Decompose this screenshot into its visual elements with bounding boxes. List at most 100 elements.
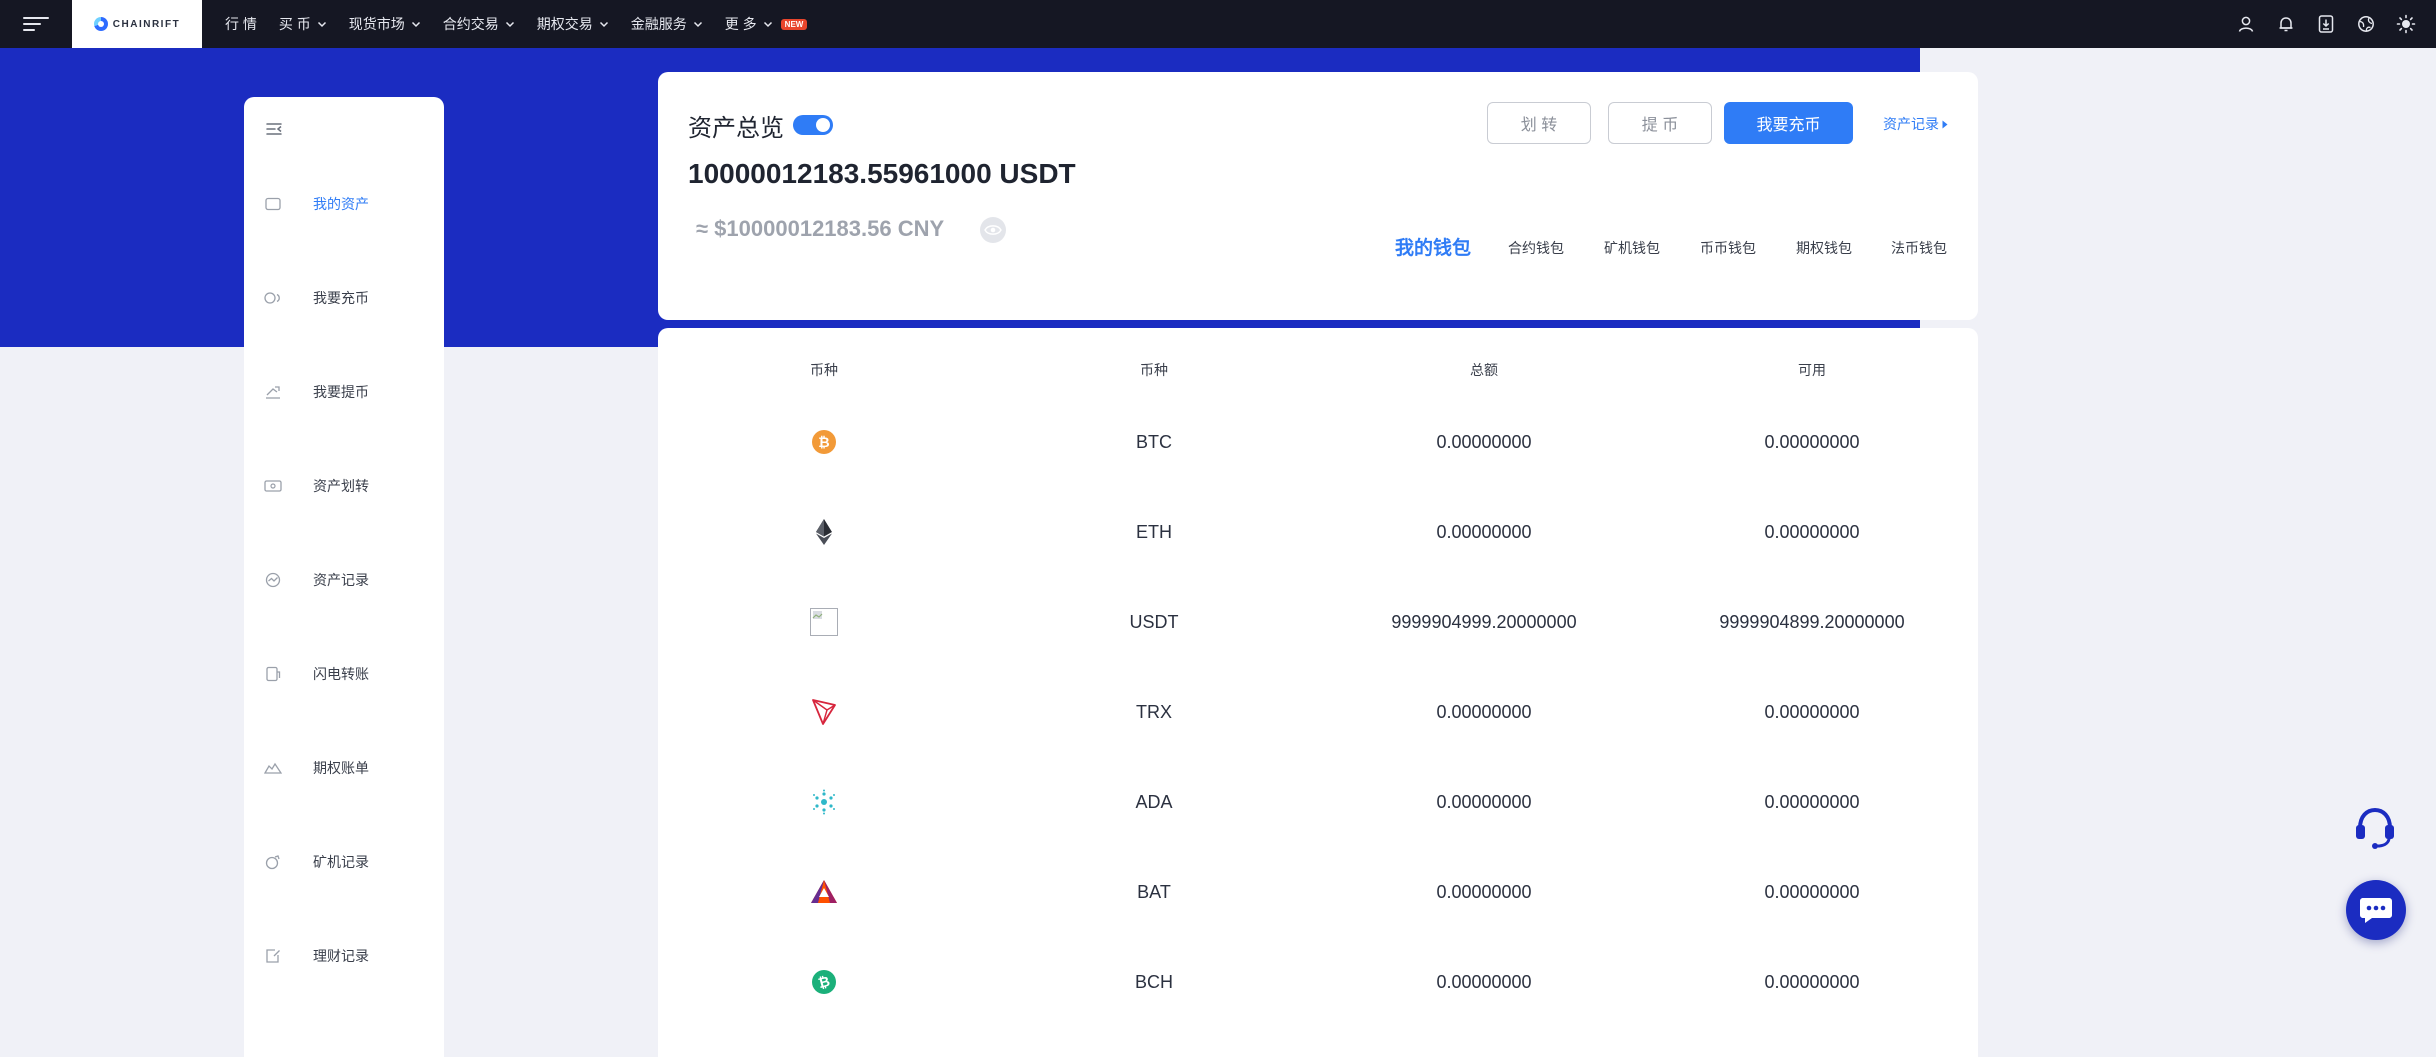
nav-financial-services[interactable]: 金融服务 — [620, 0, 714, 48]
new-badge: NEW — [780, 18, 808, 30]
asset-records-link[interactable]: 资产记录 — [1883, 114, 1948, 134]
nav-market[interactable]: 行 情 — [214, 0, 268, 48]
table-row[interactable]: ₿ BCH 0.00000000 0.00000000 — [658, 952, 1978, 1012]
withdraw-button[interactable]: 提 币 — [1608, 102, 1712, 144]
flash-transfer-icon — [264, 665, 282, 683]
asset-overview-card: 资产总览 10000012183.55961000 USDT ≈ $100000… — [658, 72, 1978, 320]
sidebar-item-deposit[interactable]: 我要充币 — [244, 278, 444, 318]
coin-available: 0.00000000 — [1764, 882, 1860, 902]
user-icon[interactable] — [2236, 14, 2256, 34]
miner-icon — [264, 853, 282, 871]
coin-total: 0.00000000 — [1436, 972, 1532, 992]
usdt-broken-image-icon — [810, 608, 838, 636]
sidebar-item-label: 资产划转 — [313, 478, 369, 494]
coin-available: 0.00000000 — [1764, 792, 1860, 812]
bch-icon: ₿ — [810, 968, 838, 996]
chevron-down-icon — [599, 19, 609, 29]
finance-icon — [264, 947, 282, 965]
btc-icon: ₿ — [810, 428, 838, 456]
sidebar-item-my-assets[interactable]: 我的资产 — [244, 184, 444, 224]
deposit-button[interactable]: 我要充币 — [1724, 102, 1853, 144]
chevron-down-icon — [763, 19, 773, 29]
nav-contract-trading[interactable]: 合约交易 — [432, 0, 526, 48]
table-row[interactable]: USDT 9999904999.20000000 9999904899.2000… — [658, 592, 1978, 652]
eye-icon[interactable] — [980, 217, 1006, 243]
logo-text: CHAINRIFT — [112, 18, 181, 30]
sidebar-item-label: 我要提币 — [313, 384, 369, 400]
coin-total: 0.00000000 — [1436, 522, 1532, 542]
coin-symbol: BCH — [1134, 972, 1174, 992]
globe-icon[interactable] — [2356, 14, 2376, 34]
main-nav: 行 情 买 币 现货市场 合约交易 期权交易 金融服务 更 多 NEW — [214, 0, 818, 48]
total-balance-cny: ≈ $10000012183.56 CNY — [696, 216, 945, 241]
tab-miner-wallet[interactable]: 矿机钱包 — [1604, 238, 1660, 258]
deposit-icon — [264, 289, 282, 307]
caret-right-icon — [1942, 116, 1948, 132]
collapse-sidebar-icon[interactable] — [264, 119, 284, 139]
sidebar-item-asset-transfer[interactable]: 资产划转 — [244, 466, 444, 506]
coin-total: 0.00000000 — [1436, 432, 1532, 452]
coin-symbol: TRX — [1136, 702, 1172, 722]
coin-symbol: USDT — [1129, 612, 1179, 632]
eth-icon — [810, 518, 838, 546]
coin-total: 0.00000000 — [1436, 702, 1532, 722]
sidebar-item-label: 闪电转账 — [313, 666, 369, 682]
coin-symbol: ETH — [1136, 522, 1172, 542]
tab-coin-wallet[interactable]: 币币钱包 — [1700, 238, 1756, 258]
logo[interactable]: CHAINRIFT — [72, 0, 202, 48]
coin-total: 0.00000000 — [1436, 882, 1532, 902]
top-right-icons — [2236, 0, 2416, 48]
tab-contract-wallet[interactable]: 合约钱包 — [1508, 238, 1564, 258]
trx-icon — [810, 698, 838, 726]
asset-records-link-label: 资产记录 — [1883, 116, 1939, 132]
sidebar-item-asset-records[interactable]: 资产记录 — [244, 560, 444, 600]
logo-mark-icon — [93, 17, 108, 31]
tab-options-wallet[interactable]: 期权钱包 — [1796, 238, 1852, 258]
chat-bubble-icon[interactable] — [2346, 880, 2406, 940]
tab-fiat-wallet[interactable]: 法币钱包 — [1891, 238, 1947, 258]
coin-available: 9999904899.20000000 — [1719, 612, 1905, 632]
sidebar-item-label: 矿机记录 — [313, 854, 369, 870]
nav-label: 期权交易 — [536, 16, 593, 32]
theme-sun-icon[interactable] — [2396, 14, 2416, 34]
nav-label: 金融服务 — [630, 16, 687, 32]
sidebar-item-label: 我的资产 — [313, 196, 369, 212]
records-icon — [264, 571, 282, 589]
coin-symbol: BTC — [1136, 432, 1172, 452]
nav-spot-market[interactable]: 现货市场 — [338, 0, 432, 48]
coin-symbol: ADA — [1135, 792, 1173, 812]
chevron-down-icon — [693, 19, 703, 29]
sidebar-item-label: 期权账单 — [313, 760, 369, 776]
nav-label: 现货市场 — [348, 16, 405, 32]
tab-my-wallet[interactable]: 我的钱包 — [1395, 233, 1471, 260]
sidebar-item-finance-records[interactable]: 理财记录 — [244, 936, 444, 976]
headset-icon[interactable] — [2350, 801, 2400, 851]
download-icon[interactable] — [2316, 14, 2336, 34]
table-row[interactable]: ETH 0.00000000 0.00000000 — [658, 502, 1978, 562]
nav-options-trading[interactable]: 期权交易 — [526, 0, 620, 48]
hide-balance-toggle[interactable] — [793, 115, 833, 135]
asset-table: 币种 币种 总额 可用 ₿ BTC 0.00000000 0.00000000 … — [658, 328, 1978, 1057]
sidebar-item-flash-transfer[interactable]: 闪电转账 — [244, 654, 444, 694]
chevron-down-icon — [411, 19, 421, 29]
column-header-available: 可用 — [1798, 362, 1826, 378]
table-row[interactable]: BAT 0.00000000 0.00000000 — [658, 862, 1978, 922]
coin-available: 0.00000000 — [1764, 702, 1860, 722]
table-row[interactable]: ADA 0.00000000 0.00000000 — [658, 772, 1978, 832]
nav-more[interactable]: 更 多 NEW — [714, 0, 819, 48]
hamburger-menu-icon[interactable] — [0, 0, 72, 48]
table-row[interactable]: TRX 0.00000000 0.00000000 — [658, 682, 1978, 742]
bell-icon[interactable] — [2276, 14, 2296, 34]
coin-available: 0.00000000 — [1764, 432, 1860, 452]
sidebar: 我的资产 我要充币 我要提币 资产划转 资产记录 闪电转账 期权账单 矿机记录 … — [244, 97, 444, 1057]
sidebar-item-miner-records[interactable]: 矿机记录 — [244, 842, 444, 882]
nav-buy-crypto[interactable]: 买 币 — [268, 0, 338, 48]
transfer-button[interactable]: 划 转 — [1487, 102, 1591, 144]
column-header-coin-icon: 币种 — [810, 362, 838, 378]
table-row[interactable]: ₿ BTC 0.00000000 0.00000000 — [658, 412, 1978, 472]
coin-total: 0.00000000 — [1436, 792, 1532, 812]
sidebar-item-options-bill[interactable]: 期权账单 — [244, 748, 444, 788]
nav-label: 行 情 — [225, 16, 257, 32]
sidebar-item-withdraw[interactable]: 我要提币 — [244, 372, 444, 412]
bat-icon — [810, 878, 838, 906]
